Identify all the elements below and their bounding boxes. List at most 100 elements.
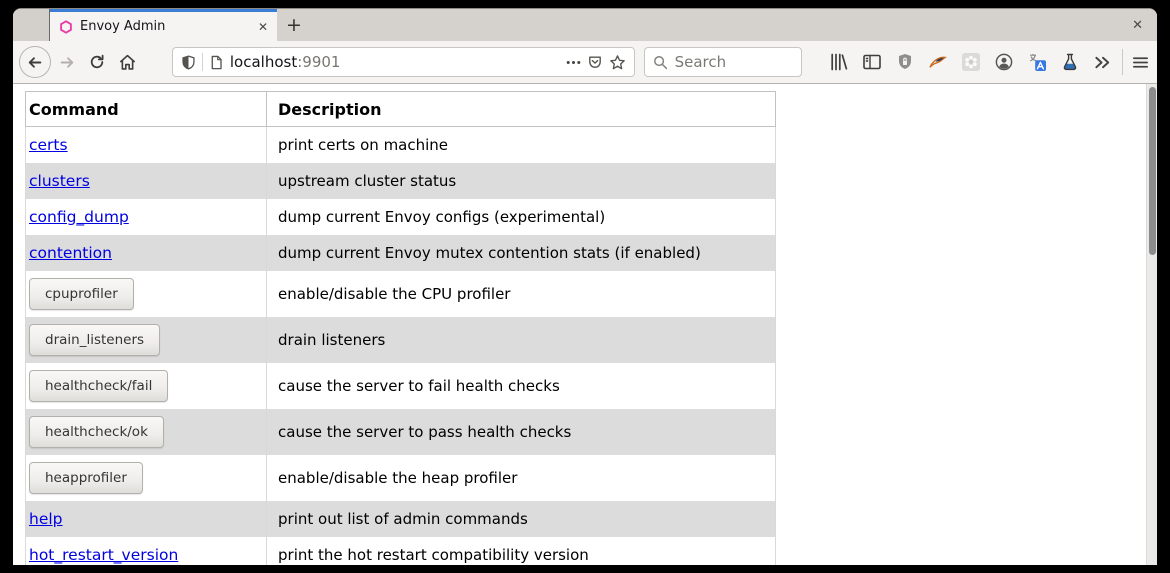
toolbar-separator — [1122, 49, 1123, 75]
command-table-body: certs print certs on machine clusters upstr… — [26, 127, 776, 566]
tab-bar: Envoy Admin ✕ + ✕ — [13, 9, 1157, 41]
urlbar-separator — [202, 53, 203, 71]
page-icon[interactable] — [209, 55, 224, 70]
command-button[interactable]: heapprofiler — [29, 462, 143, 494]
description-cell: enable/disable the heap profiler — [267, 455, 776, 501]
bookmark-star-icon[interactable] — [609, 54, 626, 71]
table-row: healthcheck/fail cause the server to fail… — [26, 363, 776, 409]
description-cell: cause the server to pass health checks — [267, 409, 776, 455]
command-cell: hot_restart_version — [26, 537, 267, 566]
page-actions-dots-icon[interactable] — [566, 60, 581, 65]
forward-button[interactable] — [53, 47, 83, 77]
library-icon[interactable] — [828, 52, 849, 73]
flask-extension-icon[interactable] — [1059, 52, 1080, 73]
table-row: cpuprofiler enable/disable the CPU profil… — [26, 271, 776, 317]
home-icon — [118, 53, 137, 72]
browser-window: Envoy Admin ✕ + ✕ — [13, 8, 1157, 565]
table-row: contention dump current Envoy mutex conte… — [26, 235, 776, 271]
tracking-shield-icon[interactable] — [181, 55, 196, 70]
tab-envoy-admin[interactable]: Envoy Admin ✕ — [50, 9, 277, 41]
search-input[interactable] — [675, 53, 775, 71]
back-icon — [26, 54, 43, 71]
description-text: cause the server to fail health checks — [278, 377, 560, 395]
table-row: config_dump dump current Envoy configs (e… — [26, 199, 776, 235]
envoy-admin-page: Command Description certs print certs on … — [25, 91, 1157, 565]
description-cell: dump current Envoy configs (experimental… — [267, 199, 776, 235]
command-link[interactable]: hot_restart_version — [29, 546, 178, 564]
translate-extension-icon[interactable] — [1026, 52, 1047, 73]
command-cell: healthcheck/fail — [26, 363, 267, 409]
table-row: hot_restart_version print the hot restart… — [26, 537, 776, 566]
new-tab-button[interactable]: + — [277, 9, 311, 41]
pocket-icon[interactable] — [587, 54, 603, 70]
command-button[interactable]: drain_listeners — [29, 324, 160, 356]
reload-button[interactable] — [82, 47, 112, 77]
tab-close-icon[interactable]: ✕ — [258, 21, 268, 33]
command-link[interactable]: contention — [29, 244, 112, 262]
command-button[interactable]: healthcheck/ok — [29, 416, 164, 448]
command-link[interactable]: config_dump — [29, 208, 129, 226]
forward-icon — [59, 54, 76, 71]
window-close-icon[interactable]: ✕ — [1118, 9, 1157, 41]
command-cell: config_dump — [26, 199, 267, 235]
vertical-scrollbar-track[interactable] — [1146, 84, 1157, 565]
url-host: localhost — [230, 53, 297, 71]
description-text: print the hot restart compatibility vers… — [278, 546, 589, 564]
account-icon[interactable] — [993, 52, 1014, 73]
command-button[interactable]: healthcheck/fail — [29, 370, 168, 402]
description-text: enable/disable the heap profiler — [278, 469, 517, 487]
url-bar[interactable]: localhost:9901 — [172, 47, 635, 77]
table-header-row: Command Description — [26, 92, 776, 127]
command-link[interactable]: help — [29, 510, 63, 528]
vertical-scrollbar-thumb[interactable] — [1149, 87, 1156, 255]
command-cell: help — [26, 501, 267, 537]
command-cell: healthcheck/ok — [26, 409, 267, 455]
description-text: upstream cluster status — [278, 172, 456, 190]
search-icon — [653, 55, 668, 70]
shield-lock-extension-icon[interactable] — [894, 52, 915, 73]
description-cell: print out list of admin commands — [267, 501, 776, 537]
sidebar-icon[interactable] — [861, 52, 882, 73]
command-column-header: Command — [26, 92, 267, 127]
navigation-toolbar: localhost:9901 — [13, 41, 1157, 84]
reload-icon — [88, 53, 106, 71]
description-text: print out list of admin commands — [278, 510, 528, 528]
description-cell: cause the server to fail health checks — [267, 363, 776, 409]
description-cell: print the hot restart compatibility vers… — [267, 537, 776, 566]
back-button[interactable] — [19, 46, 51, 78]
tabbar-empty-space — [311, 9, 1118, 41]
command-link[interactable]: certs — [29, 136, 68, 154]
description-text: dump current Envoy configs (experimental… — [278, 208, 605, 226]
search-bar[interactable] — [644, 47, 803, 77]
titlebar-spacer — [13, 9, 50, 41]
description-text: dump current Envoy mutex contention stat… — [278, 244, 701, 262]
command-cell: cpuprofiler — [26, 271, 267, 317]
command-cell: drain_listeners — [26, 317, 267, 363]
home-button[interactable] — [112, 47, 142, 77]
table-row: drain_listeners drain listeners — [26, 317, 776, 363]
tab-title: Envoy Admin — [80, 19, 251, 34]
url-port: :9901 — [297, 53, 340, 71]
bird-extension-icon[interactable] — [927, 52, 948, 73]
command-cell: clusters — [26, 163, 267, 199]
table-row: help print out list of admin commands — [26, 501, 776, 537]
description-cell: upstream cluster status — [267, 163, 776, 199]
command-button[interactable]: cpuprofiler — [29, 278, 134, 310]
command-table: Command Description certs print certs on … — [25, 91, 776, 565]
command-cell: contention — [26, 235, 267, 271]
flower-extension-icon[interactable] — [960, 52, 981, 73]
description-text: enable/disable the CPU profiler — [278, 285, 510, 303]
description-text: print certs on machine — [278, 136, 448, 154]
overflow-chevrons-icon[interactable] — [1092, 52, 1113, 73]
table-row: certs print certs on machine — [26, 127, 776, 163]
table-row: healthcheck/ok cause the server to pass h… — [26, 409, 776, 455]
description-text: drain listeners — [278, 331, 385, 349]
description-cell: drain listeners — [267, 317, 776, 363]
description-text: cause the server to pass health checks — [278, 423, 571, 441]
command-link[interactable]: clusters — [29, 172, 90, 190]
url-text[interactable]: localhost:9901 — [230, 53, 560, 71]
page-content: Command Description certs print certs on … — [13, 84, 1157, 565]
menu-icon[interactable] — [1130, 52, 1151, 73]
table-row: clusters upstream cluster status — [26, 163, 776, 199]
envoy-hexagon-icon — [59, 20, 73, 34]
